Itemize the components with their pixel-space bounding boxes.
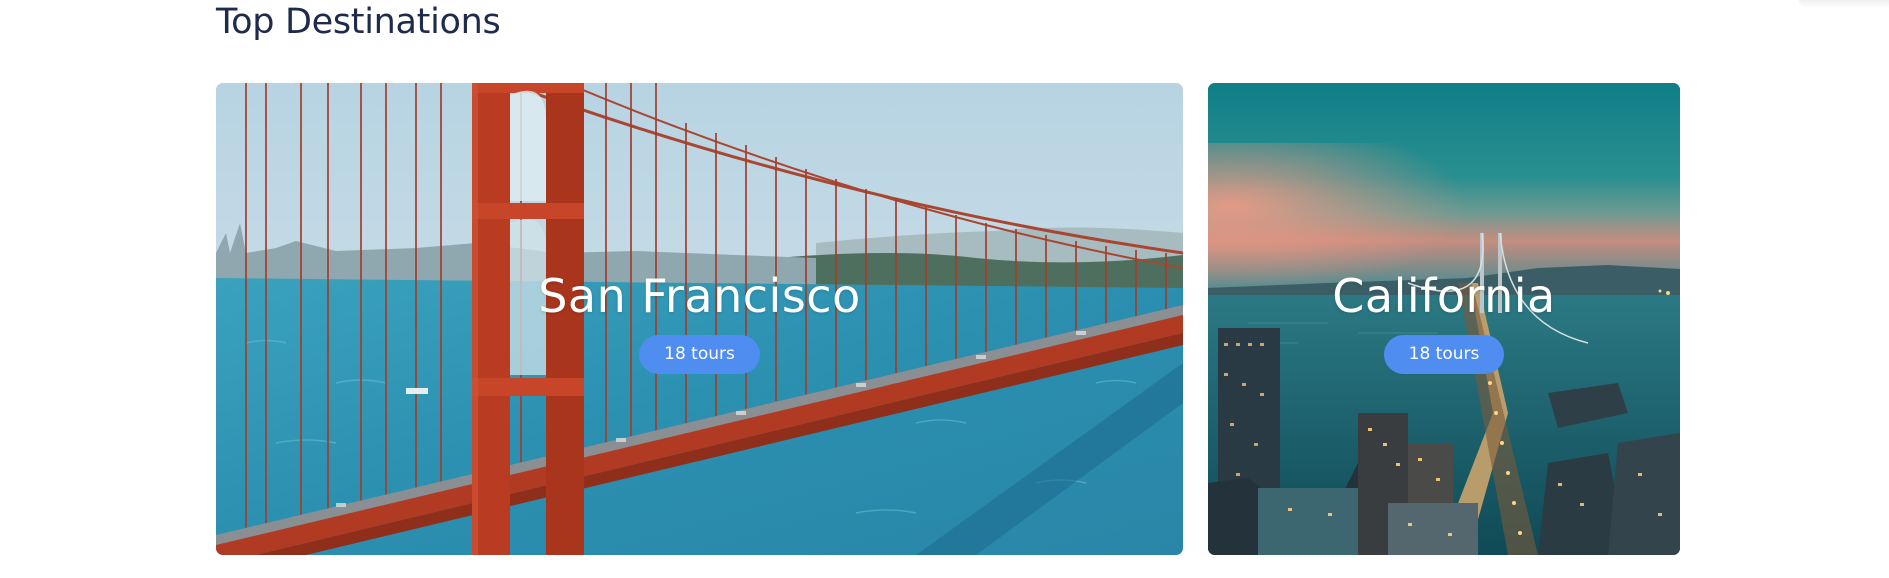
top-destinations-section: Top Destinations San Francisco 18 tours … (216, 0, 1680, 578)
destination-name: California (1332, 269, 1556, 323)
floating-widget-shadow (1799, 0, 1889, 8)
tours-count-badge[interactable]: 18 tours (1383, 335, 1505, 374)
destination-name: San Francisco (538, 269, 861, 323)
destination-overlay: California 18 tours (1208, 269, 1680, 374)
destination-card-san-francisco[interactable]: San Francisco 18 tours (216, 83, 1183, 555)
section-title: Top Destinations (216, 2, 501, 42)
tours-count-badge[interactable]: 18 tours (639, 335, 760, 374)
destination-overlay: San Francisco 18 tours (216, 269, 1183, 374)
destination-card-california[interactable]: California 18 tours (1208, 83, 1680, 555)
